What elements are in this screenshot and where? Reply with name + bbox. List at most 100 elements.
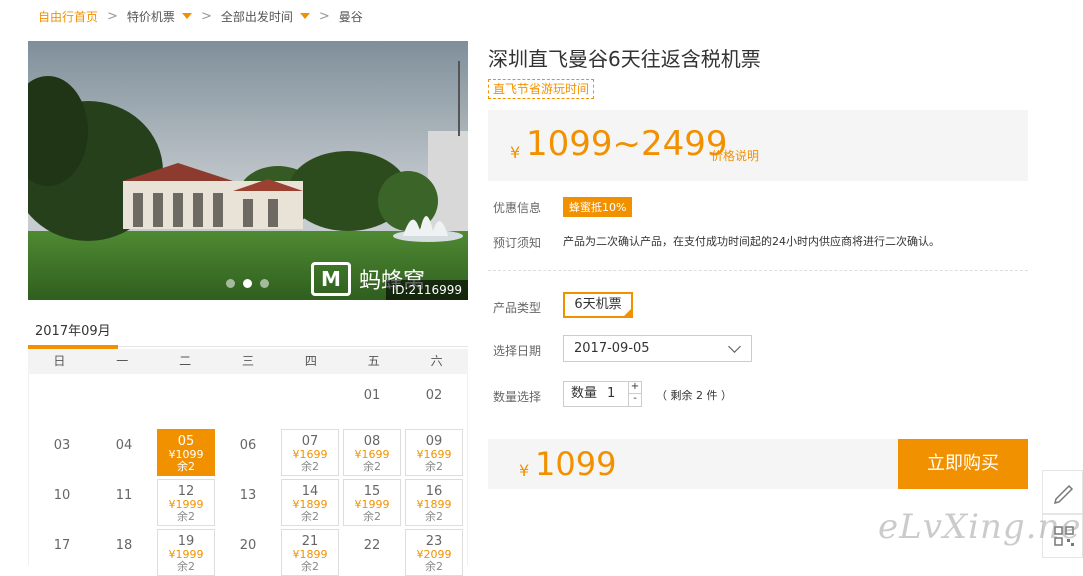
carousel-dots	[226, 279, 269, 288]
date-select[interactable]: 2017-09-05	[563, 335, 752, 362]
calendar-day: 22	[343, 529, 401, 576]
quantity-label: 数量选择	[493, 390, 542, 404]
weekday-label: 日	[53, 354, 66, 368]
date-label: 选择日期	[493, 344, 542, 358]
chevron-down-icon[interactable]	[299, 13, 310, 19]
price-box: ¥ 1099~2499 价格说明	[488, 110, 1028, 181]
calendar-day-number: 01	[363, 388, 381, 403]
calendar-day-number: 02	[425, 388, 443, 403]
calendar-day-available[interactable]: 15 ¥1999 余2	[343, 479, 401, 526]
currency-symbol: ¥	[510, 143, 521, 162]
carousel-dot[interactable]	[226, 279, 235, 288]
total-price: 1099	[535, 445, 617, 483]
calendar-day-remaining: 余2	[301, 460, 319, 473]
calendar-day-number: 12	[177, 484, 195, 499]
calendar-day-remaining: 余2	[363, 510, 381, 523]
calendar-day-number: 09	[425, 434, 443, 449]
calendar-day: 03	[33, 429, 91, 476]
chevron-down-icon[interactable]	[181, 13, 192, 19]
quantity-input[interactable]: 数量 1	[563, 381, 629, 407]
calendar-day-number: 11	[115, 488, 133, 503]
currency-symbol: ¥	[519, 461, 530, 480]
calendar-day-available[interactable]: 19 ¥1999 余2	[157, 529, 215, 576]
weekday-label: 六	[430, 354, 443, 368]
calendar-day-number: 06	[239, 438, 257, 453]
calendar-day-available[interactable]: 16 ¥1899 余2	[405, 479, 463, 526]
calendar-day: 11	[95, 479, 153, 526]
breadcrumb: 自由行首页 > 特价机票 > 全部出发时间 > 曼谷	[38, 6, 363, 26]
breadcrumb-separator: >	[200, 8, 212, 24]
promo-label: 优惠信息	[493, 201, 542, 215]
calendar-day-number: 04	[115, 438, 133, 453]
calendar-day-number: 23	[425, 534, 443, 549]
calendar-day-number: 14	[301, 484, 319, 499]
calendar-day-remaining: 余2	[301, 560, 319, 573]
calendar-day: 01	[343, 379, 401, 426]
calendar-day-remaining: 余2	[425, 510, 443, 523]
mafengwo-logo-icon: M	[311, 262, 351, 296]
calendar-day-number: 05	[177, 434, 195, 449]
calendar-day-remaining: 余2	[425, 560, 443, 573]
breadcrumb-cheap-flights[interactable]: 特价机票	[127, 8, 175, 25]
calendar-day-available[interactable]: 23 ¥2099 余2	[405, 529, 463, 576]
carousel-dot[interactable]	[260, 279, 269, 288]
calendar-day: 10	[33, 479, 91, 526]
carousel-dot-active[interactable]	[243, 279, 252, 288]
calendar-day-remaining: 余2	[177, 460, 195, 473]
breadcrumb-home-link[interactable]: 自由行首页	[38, 8, 98, 25]
calendar-day: 02	[405, 379, 463, 426]
quantity-stepper: + -	[628, 381, 642, 407]
breadcrumb-destination[interactable]: 曼谷	[339, 8, 363, 25]
calendar-day-available[interactable]: 07 ¥1699 余2	[281, 429, 339, 476]
notice-label: 预订须知	[493, 236, 542, 250]
calendar-day-number: 22	[363, 538, 381, 553]
calendar-day: 18	[95, 529, 153, 576]
calendar-day-number: 15	[363, 484, 381, 499]
quantity-value: 1	[607, 386, 616, 401]
calendar-day-number: 10	[53, 488, 71, 503]
calendar-day-available[interactable]: 08 ¥1699 余2	[343, 429, 401, 476]
weekday-label: 三	[242, 354, 255, 368]
breadcrumb-separator: >	[107, 8, 118, 24]
calendar-day-number: 16	[425, 484, 443, 499]
calendar-day-remaining: 余2	[177, 560, 195, 573]
price-range: 1099~2499	[526, 124, 728, 164]
calendar-month[interactable]: 2017年09月	[35, 320, 111, 339]
calendar-day-number: 18	[115, 538, 133, 553]
calendar-day-number: 03	[53, 438, 71, 453]
calendar-day-remaining: 余2	[177, 510, 195, 523]
product-type-label: 产品类型	[493, 301, 542, 315]
product-title: 深圳直飞曼谷6天往返含税机票	[488, 47, 761, 71]
calendar-day: 13	[219, 479, 277, 526]
calendar-day-remaining: 余2	[425, 460, 443, 473]
weekday-label: 一	[116, 354, 129, 368]
product-type-option[interactable]: 6天机票	[563, 292, 633, 318]
weekday-label: 四	[304, 354, 317, 368]
calendar-day-number: 13	[239, 488, 257, 503]
remaining-stock: （ 剩余 2 件 ）	[656, 389, 732, 402]
calendar-day-selected[interactable]: 05 ¥1099 余2	[157, 429, 215, 476]
calendar-day-number: 07	[301, 434, 319, 449]
calendar-day-number: 20	[239, 538, 257, 553]
calendar-day-available[interactable]: 21 ¥1899 余2	[281, 529, 339, 576]
calendar-day-remaining: 余2	[301, 510, 319, 523]
calendar-day-remaining: 余2	[363, 460, 381, 473]
price-note-link[interactable]: 价格说明	[711, 147, 759, 164]
calendar-day-available[interactable]: 12 ¥1999 余2	[157, 479, 215, 526]
promo-badge: 蜂蜜抵10%	[563, 197, 633, 217]
quantity-word: 数量	[571, 386, 598, 401]
decrement-button[interactable]: -	[628, 394, 642, 407]
calendar-day: 04	[95, 429, 153, 476]
calendar-day-available[interactable]: 14 ¥1899 余2	[281, 479, 339, 526]
buy-now-button[interactable]: 立即购买	[898, 439, 1028, 489]
calendar-day: 06	[219, 429, 277, 476]
date-select-value: 2017-09-05	[574, 341, 650, 356]
product-photo[interactable]: M 蚂蜂窝 ID:2116999	[28, 41, 468, 300]
calendar-day-available[interactable]: 09 ¥1699 余2	[405, 429, 463, 476]
calendar-day-number: 17	[53, 538, 71, 553]
calendar-day-number: 19	[177, 534, 195, 549]
notice-text: 产品为二次确认产品，在支付成功时间起的24小时内供应商将进行二次确认。	[563, 235, 940, 248]
breadcrumb-departure-time[interactable]: 全部出发时间	[221, 8, 293, 25]
weekday-label: 二	[179, 354, 192, 368]
calendar-day: 20	[219, 529, 277, 576]
